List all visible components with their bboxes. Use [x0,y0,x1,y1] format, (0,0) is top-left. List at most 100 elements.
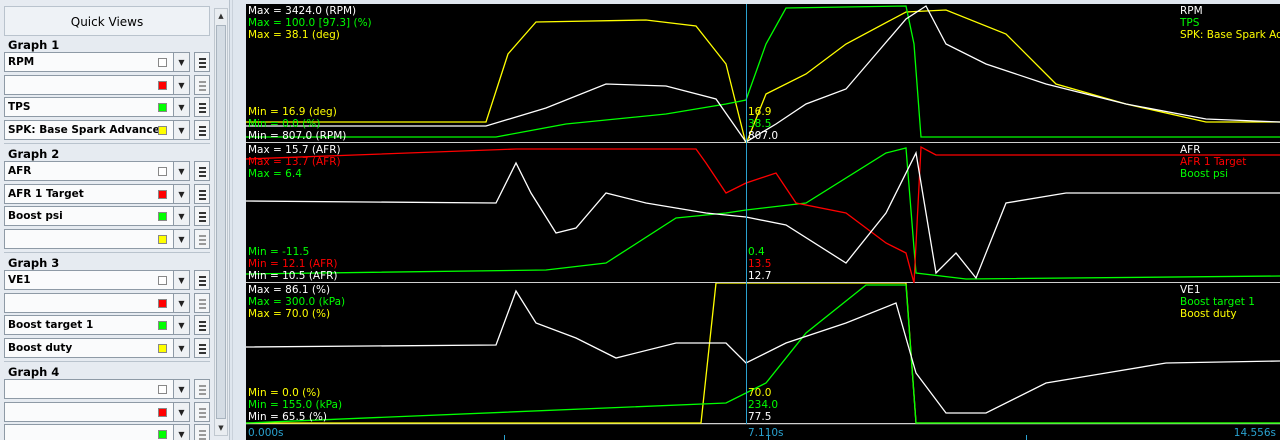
chevron-down-icon[interactable]: ▼ [174,52,190,72]
log-graph-area[interactable]: Max = 3424.0 (RPM) Max = 100.0 [97.3] (%)… [246,4,1280,440]
channel-select[interactable]: SPK: Base Spark Advance [4,119,174,140]
channel-select[interactable]: Boost psi [4,206,174,226]
quick-views-panel: Quick Views Graph 1 RPM ▼ ▼ TPS ▼ SPK: Base Sp… [0,0,230,440]
graph-panel-1[interactable]: Max = 3424.0 (RPM) Max = 100.0 [97.3] (%)… [246,4,1280,143]
legend-entry: Boost target 1 [1180,296,1255,308]
legend-entry: RPM [1180,5,1203,17]
channel-select[interactable]: Boost target 1 [4,315,174,335]
channel-menu-button[interactable] [194,52,210,72]
channel-row: ▼ [4,74,210,95]
chevron-down-icon[interactable]: ▼ [174,97,190,117]
channel-menu-button[interactable] [194,97,210,117]
chevron-down-icon[interactable]: ▼ [174,292,190,313]
chevron-down-icon[interactable]: ▼ [174,379,190,399]
channel-row: ▼ [4,401,210,422]
channel-select[interactable] [4,424,174,440]
chevron-down-icon[interactable]: ▼ [174,424,190,440]
legend-entry: VE1 [1180,284,1201,296]
quick-views-scrollbar[interactable]: ▲ ▼ [214,8,228,436]
channel-select[interactable] [4,228,174,249]
channel-select[interactable]: VE1 [4,270,174,290]
max-label: Max = 38.1 (deg) [248,29,340,41]
channel-menu-button[interactable] [194,74,210,95]
channel-menu-button[interactable] [194,161,210,181]
max-label: Max = 86.1 (%) [248,284,331,296]
channel-select[interactable] [4,379,174,399]
color-swatch[interactable] [158,103,167,112]
channel-menu-button[interactable] [194,337,210,358]
graph-divider [4,143,210,144]
channel-select[interactable]: RPM [4,52,174,72]
color-swatch[interactable] [158,276,167,285]
color-swatch[interactable] [158,80,167,90]
channel-select[interactable]: Boost duty [4,337,174,358]
chevron-down-icon[interactable]: ▼ [174,315,190,335]
channel-select[interactable]: AFR 1 Target [4,183,174,204]
graph-panel-2[interactable]: Max = 15.7 (AFR) Max = 13.7 (AFR) Max = 6.… [246,143,1280,283]
color-swatch[interactable] [158,167,167,176]
channel-row: AFR 1 Target ▼ [4,183,210,204]
max-label: Max = 15.7 (AFR) [248,144,341,156]
color-swatch[interactable] [158,430,167,439]
scroll-up-icon[interactable]: ▲ [215,9,227,23]
cursor-value: 38.5 [748,118,772,130]
channel-label: TPS [8,101,31,113]
graph-panel-3[interactable]: Max = 86.1 (%) Max = 300.0 (kPa) Max = 70.… [246,283,1280,424]
legend-entry: SPK: Base Spark Advance [1180,29,1280,41]
channel-menu-button[interactable] [194,401,210,422]
chevron-down-icon[interactable]: ▼ [174,161,190,181]
legend-entry: Boost psi [1180,168,1229,180]
chevron-down-icon[interactable]: ▼ [174,119,190,140]
graph-divider [4,252,210,253]
channel-menu-button[interactable] [194,183,210,204]
chevron-down-icon[interactable]: ▼ [174,401,190,422]
channel-label: AFR [8,165,32,177]
channel-select[interactable] [4,74,174,95]
channel-row: ▼ [4,292,210,313]
channel-label: Boost psi [8,210,63,222]
channel-label: RPM [8,56,35,68]
color-swatch[interactable] [158,343,167,353]
scroll-down-icon[interactable]: ▼ [215,421,227,435]
channel-row: Boost target 1 ▼ [4,315,210,335]
channel-select[interactable] [4,401,174,422]
color-swatch[interactable] [158,189,167,199]
channel-select[interactable]: TPS [4,97,174,117]
time-cursor[interactable] [746,4,747,440]
channel-menu-button[interactable] [194,292,210,313]
cursor-value: 234.0 [748,399,779,411]
panel-divider[interactable] [232,0,246,440]
color-swatch[interactable] [158,212,167,221]
chevron-down-icon[interactable]: ▼ [174,270,190,290]
max-label: Max = 300.0 (kPa) [248,296,346,308]
chevron-down-icon[interactable]: ▼ [174,337,190,358]
channel-select[interactable]: AFR [4,161,174,181]
color-swatch[interactable] [158,298,167,308]
color-swatch[interactable] [158,321,167,330]
channel-menu-button[interactable] [194,119,210,140]
color-swatch[interactable] [158,407,167,417]
channel-menu-button[interactable] [194,424,210,440]
chevron-down-icon[interactable]: ▼ [174,206,190,226]
channel-row: ▼ [4,379,210,399]
color-swatch[interactable] [158,234,167,244]
channel-menu-button[interactable] [194,315,210,335]
channel-menu-button[interactable] [194,270,210,290]
color-swatch[interactable] [158,385,167,394]
chevron-down-icon[interactable]: ▼ [174,74,190,95]
chevron-down-icon[interactable]: ▼ [174,228,190,249]
channel-select[interactable] [4,292,174,313]
color-swatch[interactable] [158,125,167,135]
channel-row: ▼ [4,424,210,440]
scrollbar-thumb[interactable] [216,25,226,419]
time-cursor-label: 7.110s [748,427,784,439]
color-swatch[interactable] [158,58,167,67]
graph-header: Graph 1 [8,38,60,52]
legend-entry: TPS [1180,17,1200,29]
channel-label: VE1 [8,274,31,286]
graph-header: Graph 2 [8,147,60,161]
channel-menu-button[interactable] [194,228,210,249]
chevron-down-icon[interactable]: ▼ [174,183,190,204]
channel-menu-button[interactable] [194,206,210,226]
channel-menu-button[interactable] [194,379,210,399]
